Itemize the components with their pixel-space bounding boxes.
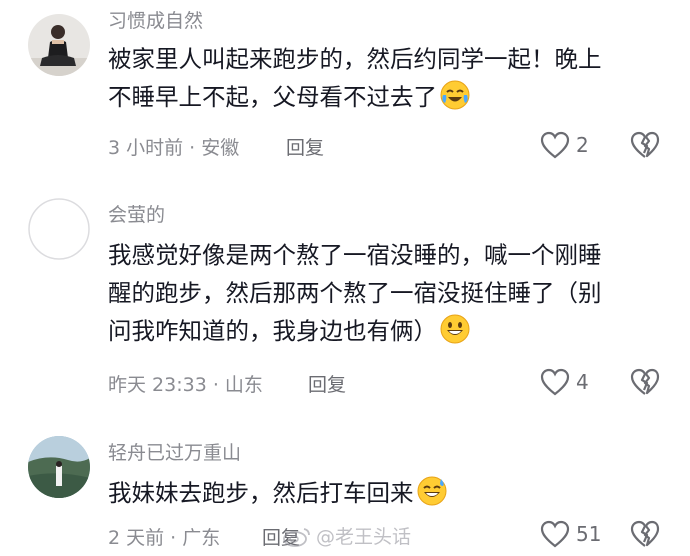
like-button[interactable]: 4 [540,367,589,397]
weibo-logo-icon [283,527,310,547]
reply-button[interactable]: 回复 [286,133,324,160]
comment-text-line: 不睡早上不起，父母看不过去了 [108,78,668,116]
comment-text-line: 醒的跑步，然后那两个熬了一宿没挺住睡了（别 [108,279,602,307]
comment-username[interactable]: 习惯成自然 [108,6,203,33]
like-count: 51 [576,522,602,546]
comment-text: 我感觉好像是两个熬了一宿没睡的，喊一个刚睡 醒的跑步，然后那两个熬了一宿没挺住睡… [108,236,668,350]
watermark: @老王头话 [282,522,411,549]
heart-icon [540,131,570,159]
comment-text-line: 问我咋知道的，我身边也有俩） [108,312,668,350]
avatar[interactable] [28,436,90,498]
watermark-text: @老王头话 [316,526,412,548]
comment-text-line-content: 我妹妹去跑步，然后打车回来 [108,479,414,507]
like-count: 4 [576,370,589,394]
like-count: 2 [576,133,589,157]
grinning-emoji-icon [440,314,470,344]
like-button[interactable]: 2 [540,130,589,160]
comment-text-line: 我感觉好像是两个熬了一宿没睡的，喊一个刚睡 [108,241,602,269]
comment-text: 被家里人叫起来跑步的，然后约同学一起！晚上 不睡早上不起，父母看不过去了 [108,40,668,116]
comment-username[interactable]: 轻舟已过万重山 [108,438,241,465]
heart-icon [540,520,570,548]
comment-text: 我妹妹去跑步，然后打车回来 [108,474,668,512]
sweat-smile-emoji-icon [417,476,446,506]
broken-heart-icon[interactable] [630,520,660,548]
comment-text-line: 被家里人叫起来跑步的，然后约同学一起！晚上 [108,45,602,73]
like-button[interactable]: 51 [540,519,601,549]
comment-text-line: 我妹妹去跑步，然后打车回来 [108,474,668,512]
broken-heart-icon[interactable] [630,131,660,159]
reply-button[interactable]: 回复 [308,370,346,397]
comment-meta: 3 小时前 · 安徽 [108,137,240,159]
heart-icon [540,368,570,396]
crying-laughing-emoji-icon [440,80,470,110]
broken-heart-icon[interactable] [630,368,660,396]
comment-username[interactable]: 会萤的 [108,200,165,227]
comment-text-line-content: 不睡早上不起，父母看不过去了 [108,83,437,111]
comment-meta: 2 天前 · 广东 [108,527,221,549]
avatar[interactable] [28,198,90,260]
comment-meta: 昨天 23:33 · 山东 [108,374,263,396]
avatar[interactable] [28,14,90,76]
comment-text-line-content: 问我咋知道的，我身边也有俩） [108,317,437,345]
